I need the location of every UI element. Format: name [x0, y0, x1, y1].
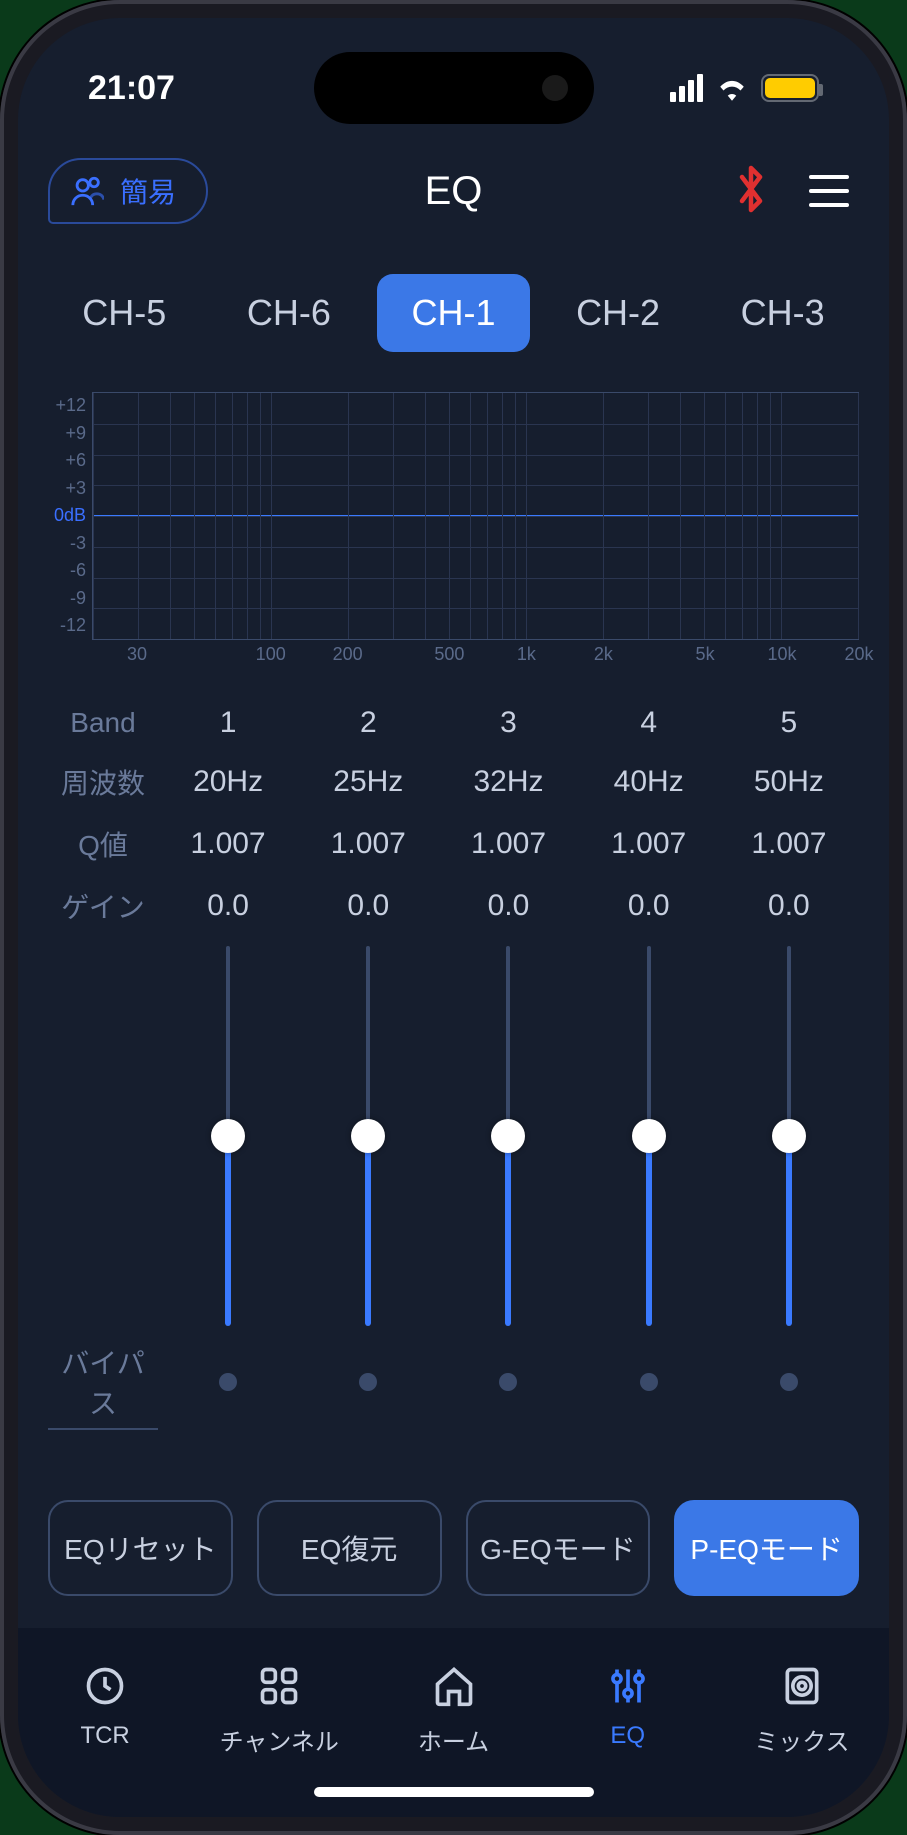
freq-row-label: 周波数: [48, 762, 158, 802]
band-number[interactable]: 3: [438, 706, 578, 740]
status-time: 21:07: [88, 69, 175, 108]
channel-tab[interactable]: CH-3: [706, 274, 859, 352]
nav-channel[interactable]: チャンネル: [192, 1662, 366, 1757]
nav-mix[interactable]: ミックス: [715, 1662, 889, 1757]
nav-label: ホーム: [418, 1722, 489, 1757]
bypass-toggle[interactable]: [640, 1373, 658, 1391]
eq-reset-button[interactable]: EQリセット: [48, 1500, 233, 1596]
band-number[interactable]: 4: [579, 706, 719, 740]
slider-thumb[interactable]: [351, 1119, 385, 1153]
band-number[interactable]: 5: [719, 706, 859, 740]
speaker-icon: [780, 1662, 824, 1710]
grid-icon: [257, 1662, 301, 1710]
slider-thumb[interactable]: [632, 1119, 666, 1153]
nav-eq[interactable]: EQ: [541, 1662, 715, 1757]
slider-thumb[interactable]: [772, 1119, 806, 1153]
eq-graph: +12 +9 +6 +3 0dB -3 -6 -9 -12 3010020050…: [18, 372, 889, 682]
page-title: EQ: [425, 169, 483, 214]
app-header: 簡易 EQ: [18, 128, 889, 254]
gain-slider[interactable]: [208, 946, 248, 1326]
nav-home[interactable]: ホーム: [366, 1662, 540, 1757]
gain-value[interactable]: 0.0: [438, 889, 578, 923]
bypass-toggle[interactable]: [359, 1373, 377, 1391]
bypass-toggle[interactable]: [780, 1373, 798, 1391]
band-row-label: Band: [48, 707, 158, 739]
gain-value[interactable]: 0.0: [579, 889, 719, 923]
band-number[interactable]: 2: [298, 706, 438, 740]
bypass-row: バイパス: [18, 1326, 889, 1430]
nav-tcr[interactable]: TCR: [18, 1662, 192, 1757]
slider-thumb[interactable]: [211, 1119, 245, 1153]
gain-slider[interactable]: [348, 946, 388, 1326]
wifi-icon: [715, 75, 749, 101]
freq-value[interactable]: 50Hz: [719, 765, 859, 799]
channel-tab[interactable]: CH-2: [542, 274, 695, 352]
channel-tab[interactable]: CH-5: [48, 274, 201, 352]
freq-value[interactable]: 25Hz: [298, 765, 438, 799]
home-indicator[interactable]: [314, 1787, 594, 1797]
home-icon: [432, 1662, 476, 1710]
cellular-icon: [670, 74, 703, 102]
bluetooth-icon[interactable]: [733, 165, 769, 218]
nav-label: EQ: [610, 1722, 645, 1750]
clock-icon: [83, 1662, 127, 1710]
slider-thumb[interactable]: [491, 1119, 525, 1153]
q-row-label: Q値: [48, 824, 158, 864]
y-axis-labels: +12 +9 +6 +3 0dB -3 -6 -9 -12: [36, 392, 92, 640]
q-value[interactable]: 1.007: [438, 827, 578, 861]
channel-tabs: CH-5 CH-6 CH-1 CH-2 CH-3: [18, 254, 889, 372]
q-value[interactable]: 1.007: [719, 827, 859, 861]
bypass-toggle[interactable]: [499, 1373, 517, 1391]
q-value[interactable]: 1.007: [298, 827, 438, 861]
gain-slider[interactable]: [769, 946, 809, 1326]
mode-buttons: EQリセット EQ復元 G-EQモード P-EQモード: [18, 1430, 889, 1626]
phone-frame: 21:07 簡易 EQ: [0, 0, 907, 1835]
battery-icon: [761, 74, 819, 102]
freq-value[interactable]: 32Hz: [438, 765, 578, 799]
freq-value[interactable]: 40Hz: [579, 765, 719, 799]
back-button[interactable]: 簡易: [48, 158, 208, 224]
peq-mode-button[interactable]: P-EQモード: [674, 1500, 859, 1596]
sliders-icon: [606, 1662, 650, 1710]
status-right: [670, 74, 819, 102]
channel-tab[interactable]: CH-1: [377, 274, 530, 352]
eq-graph-canvas[interactable]: [92, 392, 859, 640]
gain-value[interactable]: 0.0: [719, 889, 859, 923]
nav-label: チャンネル: [220, 1722, 339, 1757]
gain-sliders: [18, 936, 889, 1326]
nav-label: TCR: [80, 1722, 129, 1750]
nav-label: ミックス: [754, 1722, 849, 1757]
menu-icon[interactable]: [809, 175, 849, 207]
eq-restore-button[interactable]: EQ復元: [257, 1500, 442, 1596]
band-table: Band 1 2 3 4 5 周波数 20Hz 25Hz 32Hz 40Hz 5…: [18, 682, 889, 936]
q-value[interactable]: 1.007: [158, 827, 298, 861]
x-axis-labels: 301002005001k2k5k10k20k: [92, 644, 859, 672]
gain-slider[interactable]: [629, 946, 669, 1326]
gain-value[interactable]: 0.0: [298, 889, 438, 923]
band-number[interactable]: 1: [158, 706, 298, 740]
freq-value[interactable]: 20Hz: [158, 765, 298, 799]
screen: 21:07 簡易 EQ: [18, 18, 889, 1817]
gain-row-label: ゲイン: [48, 886, 158, 926]
gain-slider[interactable]: [488, 946, 528, 1326]
q-value[interactable]: 1.007: [579, 827, 719, 861]
bypass-toggle[interactable]: [219, 1373, 237, 1391]
channel-tab[interactable]: CH-6: [213, 274, 366, 352]
geq-mode-button[interactable]: G-EQモード: [466, 1500, 651, 1596]
bypass-label: バイパス: [48, 1342, 158, 1422]
back-label: 簡易: [120, 171, 176, 211]
dynamic-island: [314, 52, 594, 124]
gain-value[interactable]: 0.0: [158, 889, 298, 923]
